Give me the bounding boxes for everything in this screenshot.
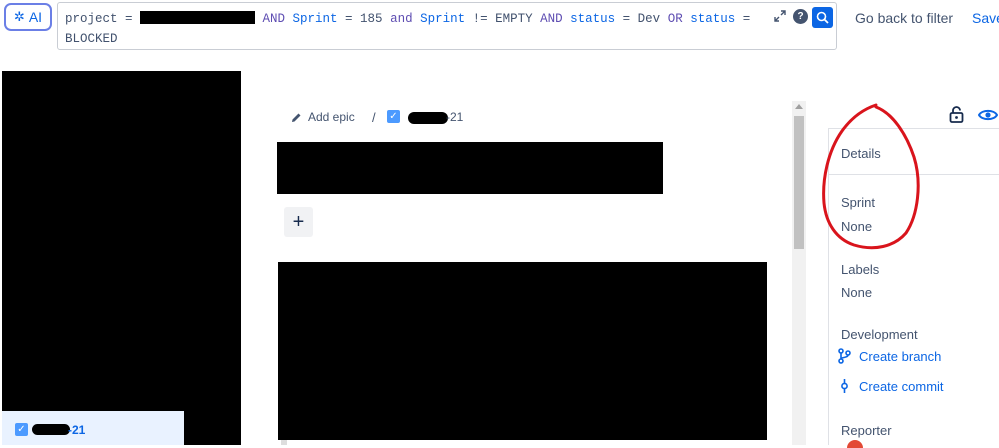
go-back-to-filter-link[interactable]: Go back to filter xyxy=(855,10,953,26)
labels-value[interactable]: None xyxy=(841,285,872,300)
content-edge xyxy=(281,440,287,445)
breadcrumb-issue-key[interactable]: -21 xyxy=(446,110,463,124)
create-commit-label: Create commit xyxy=(859,378,944,394)
create-branch-link[interactable]: Create branch xyxy=(838,348,941,364)
plus-icon: + xyxy=(292,210,305,233)
branch-icon xyxy=(838,348,851,364)
breadcrumb-separator: / xyxy=(372,110,376,125)
jql-search-input[interactable]: project = AND Sprint = 185 and Sprint !=… xyxy=(57,2,837,50)
reporter-label: Reporter xyxy=(841,423,892,438)
add-epic-button[interactable]: Add epic xyxy=(291,110,355,124)
red-annotation-circle xyxy=(822,103,920,250)
add-child-button[interactable]: + xyxy=(284,207,313,237)
issue-list-item-key[interactable]: -21 xyxy=(68,423,85,437)
checkbox-icon: ✓ xyxy=(15,423,28,436)
redacted-issue-list xyxy=(2,71,241,445)
commit-icon xyxy=(841,379,848,393)
development-label: Development xyxy=(841,327,918,342)
issue-list-item-selected[interactable] xyxy=(2,411,184,445)
pencil-icon xyxy=(292,113,301,122)
redacted-issue-key xyxy=(32,424,70,435)
redacted-issue-title xyxy=(277,142,663,194)
search-icon xyxy=(816,11,829,24)
redacted-issue-description xyxy=(278,262,767,440)
search-button[interactable] xyxy=(812,7,833,28)
save-filter-button[interactable]: Save xyxy=(972,10,999,26)
eye-icon[interactable] xyxy=(977,107,999,128)
help-icon[interactable]: ? xyxy=(793,9,808,24)
redacted-issue-key xyxy=(408,112,448,124)
ai-button-label: AI xyxy=(28,9,43,25)
create-commit-link[interactable]: Create commit xyxy=(838,378,944,394)
expand-icon[interactable] xyxy=(773,9,787,23)
checkbox-icon: ✓ xyxy=(387,110,400,123)
ai-button[interactable]: ✲ AI xyxy=(4,3,52,31)
jql-query-text[interactable]: project = AND Sprint = 185 and Sprint !=… xyxy=(65,9,765,49)
add-epic-label: Add epic xyxy=(308,110,355,124)
ai-sparkle-icon: ✲ xyxy=(13,9,25,24)
create-branch-label: Create branch xyxy=(859,348,942,364)
lock-icon[interactable] xyxy=(949,106,964,128)
redacted-project-name xyxy=(140,11,256,24)
